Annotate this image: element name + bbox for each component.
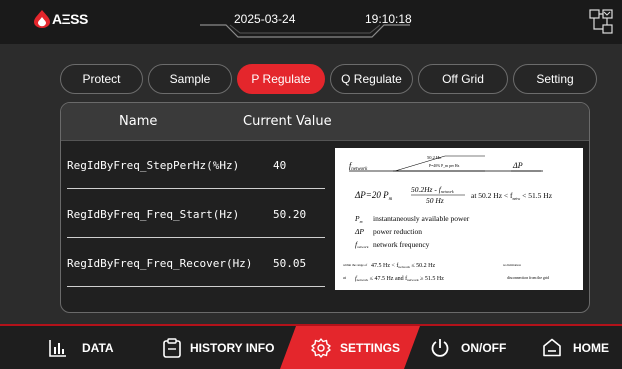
brand-logo: AΞSS [34, 10, 88, 28]
bottom-nav: DATA HISTORY INFO SETTINGS ON/OFF HOME [0, 324, 622, 369]
param-name: RegIdByFreq_Freq_Recover(Hz) [67, 257, 253, 270]
tab-protect[interactable]: Protect [60, 64, 143, 94]
brand-name: AΞSS [52, 11, 88, 27]
nav-home[interactable]: HOME [542, 326, 609, 369]
parameter-panel: Name Current Value RegIdByFreq_StepPerHz… [60, 102, 590, 313]
legend-symbol: Pm [354, 214, 363, 224]
tab-off-grid[interactable]: Off Grid [418, 64, 508, 94]
tab-setting[interactable]: Setting [513, 64, 597, 94]
param-value[interactable]: 50.05 [273, 257, 306, 270]
formula-denominator: 50 Hz [426, 196, 444, 205]
settings-tabs: Protect Sample P Regulate Q Regulate Off… [60, 64, 597, 94]
tab-q-regulate[interactable]: Q Regulate [330, 64, 413, 94]
top-bar: AΞSS 2025-03-24 19:10:18 [0, 0, 622, 44]
clipboard-icon [163, 337, 181, 358]
note-prefix: within the range of [343, 263, 368, 267]
legend-symbol: fnetwork [355, 240, 369, 249]
legend-text: power reduction [373, 227, 422, 236]
tab-p-regulate[interactable]: P Regulate [237, 64, 325, 94]
param-value[interactable]: 40 [273, 159, 286, 172]
formula-numerator: 50.2Hz - fnetwork [411, 185, 454, 194]
row-divider [67, 237, 325, 238]
nav-home-label: HOME [573, 340, 609, 355]
legend-text: network frequency [373, 240, 430, 249]
delta-p-label: ΔP [512, 161, 523, 170]
note-range: 47.5 Hz < fnetwork ≤ 50.2 Hz [371, 262, 436, 269]
note-prefix: at [343, 275, 347, 280]
nav-data[interactable]: DATA [49, 326, 114, 369]
table-row[interactable]: RegIdByFreq_Freq_Start(Hz) 50.20 [67, 194, 332, 238]
bar-chart-icon [49, 339, 66, 357]
row-divider [67, 188, 325, 189]
legend-symbol: ΔP [354, 227, 364, 236]
nav-history-label: HISTORY INFO [190, 340, 275, 355]
formula-condition: at 50.2 Hz < fnetw < 51.5 Hz [471, 191, 553, 201]
network-status-icon[interactable] [588, 9, 614, 35]
settings-page: Protect Sample P Regulate Q Regulate Off… [0, 44, 622, 324]
table-row[interactable]: RegIdByFreq_StepPerHz(%Hz) 40 [67, 145, 332, 189]
param-name: RegIdByFreq_StepPerHz(%Hz) [67, 159, 240, 172]
gear-icon [311, 337, 331, 358]
note-tail: no limitation [503, 263, 521, 267]
nav-settings[interactable]: SETTINGS [311, 326, 400, 369]
nav-on-off[interactable]: ON/OFF [430, 326, 506, 369]
flame-logo-icon [34, 10, 50, 28]
row-divider [67, 286, 325, 287]
p-regulate-info-diagram: fnetwork 50.2 Hz P=40% P_m per Hz ΔP ΔP=… [335, 148, 583, 290]
frequency-formula-illustration: fnetwork 50.2 Hz P=40% P_m per Hz ΔP ΔP=… [343, 155, 553, 282]
table-header: Name Current Value [61, 103, 589, 141]
nav-settings-label: SETTINGS [340, 340, 401, 355]
table-row[interactable]: RegIdByFreq_Freq_Recover(Hz) 50.05 [67, 243, 332, 287]
note-tail: disconnection from the grid [507, 276, 549, 280]
column-value-header: Current Value [243, 114, 332, 129]
fig-label-ratio: P=40% P_m per Hz [429, 164, 460, 168]
nav-on-off-label: ON/OFF [461, 340, 507, 355]
power-icon [431, 338, 449, 357]
param-value[interactable]: 50.20 [273, 208, 306, 221]
nav-history-info[interactable]: HISTORY INFO [163, 326, 274, 369]
home-icon [543, 338, 561, 357]
nav-data-label: DATA [82, 340, 114, 355]
legend-text: instantaneously available power [373, 214, 470, 223]
tab-sample[interactable]: Sample [148, 64, 232, 94]
f-network-label: fnetwork [349, 161, 368, 172]
column-name-header: Name [119, 114, 158, 129]
formula-lhs: ΔP=20 Pm [354, 190, 393, 202]
fig-label-frequency: 50.2 Hz [427, 155, 441, 160]
param-name: RegIdByFreq_Freq_Start(Hz) [67, 208, 240, 221]
header-tab-shape [200, 24, 410, 38]
note-disconnect-range: fnetwork ≤ 47.5 Hz and fnetwork ≥ 51.5 H… [355, 275, 444, 282]
